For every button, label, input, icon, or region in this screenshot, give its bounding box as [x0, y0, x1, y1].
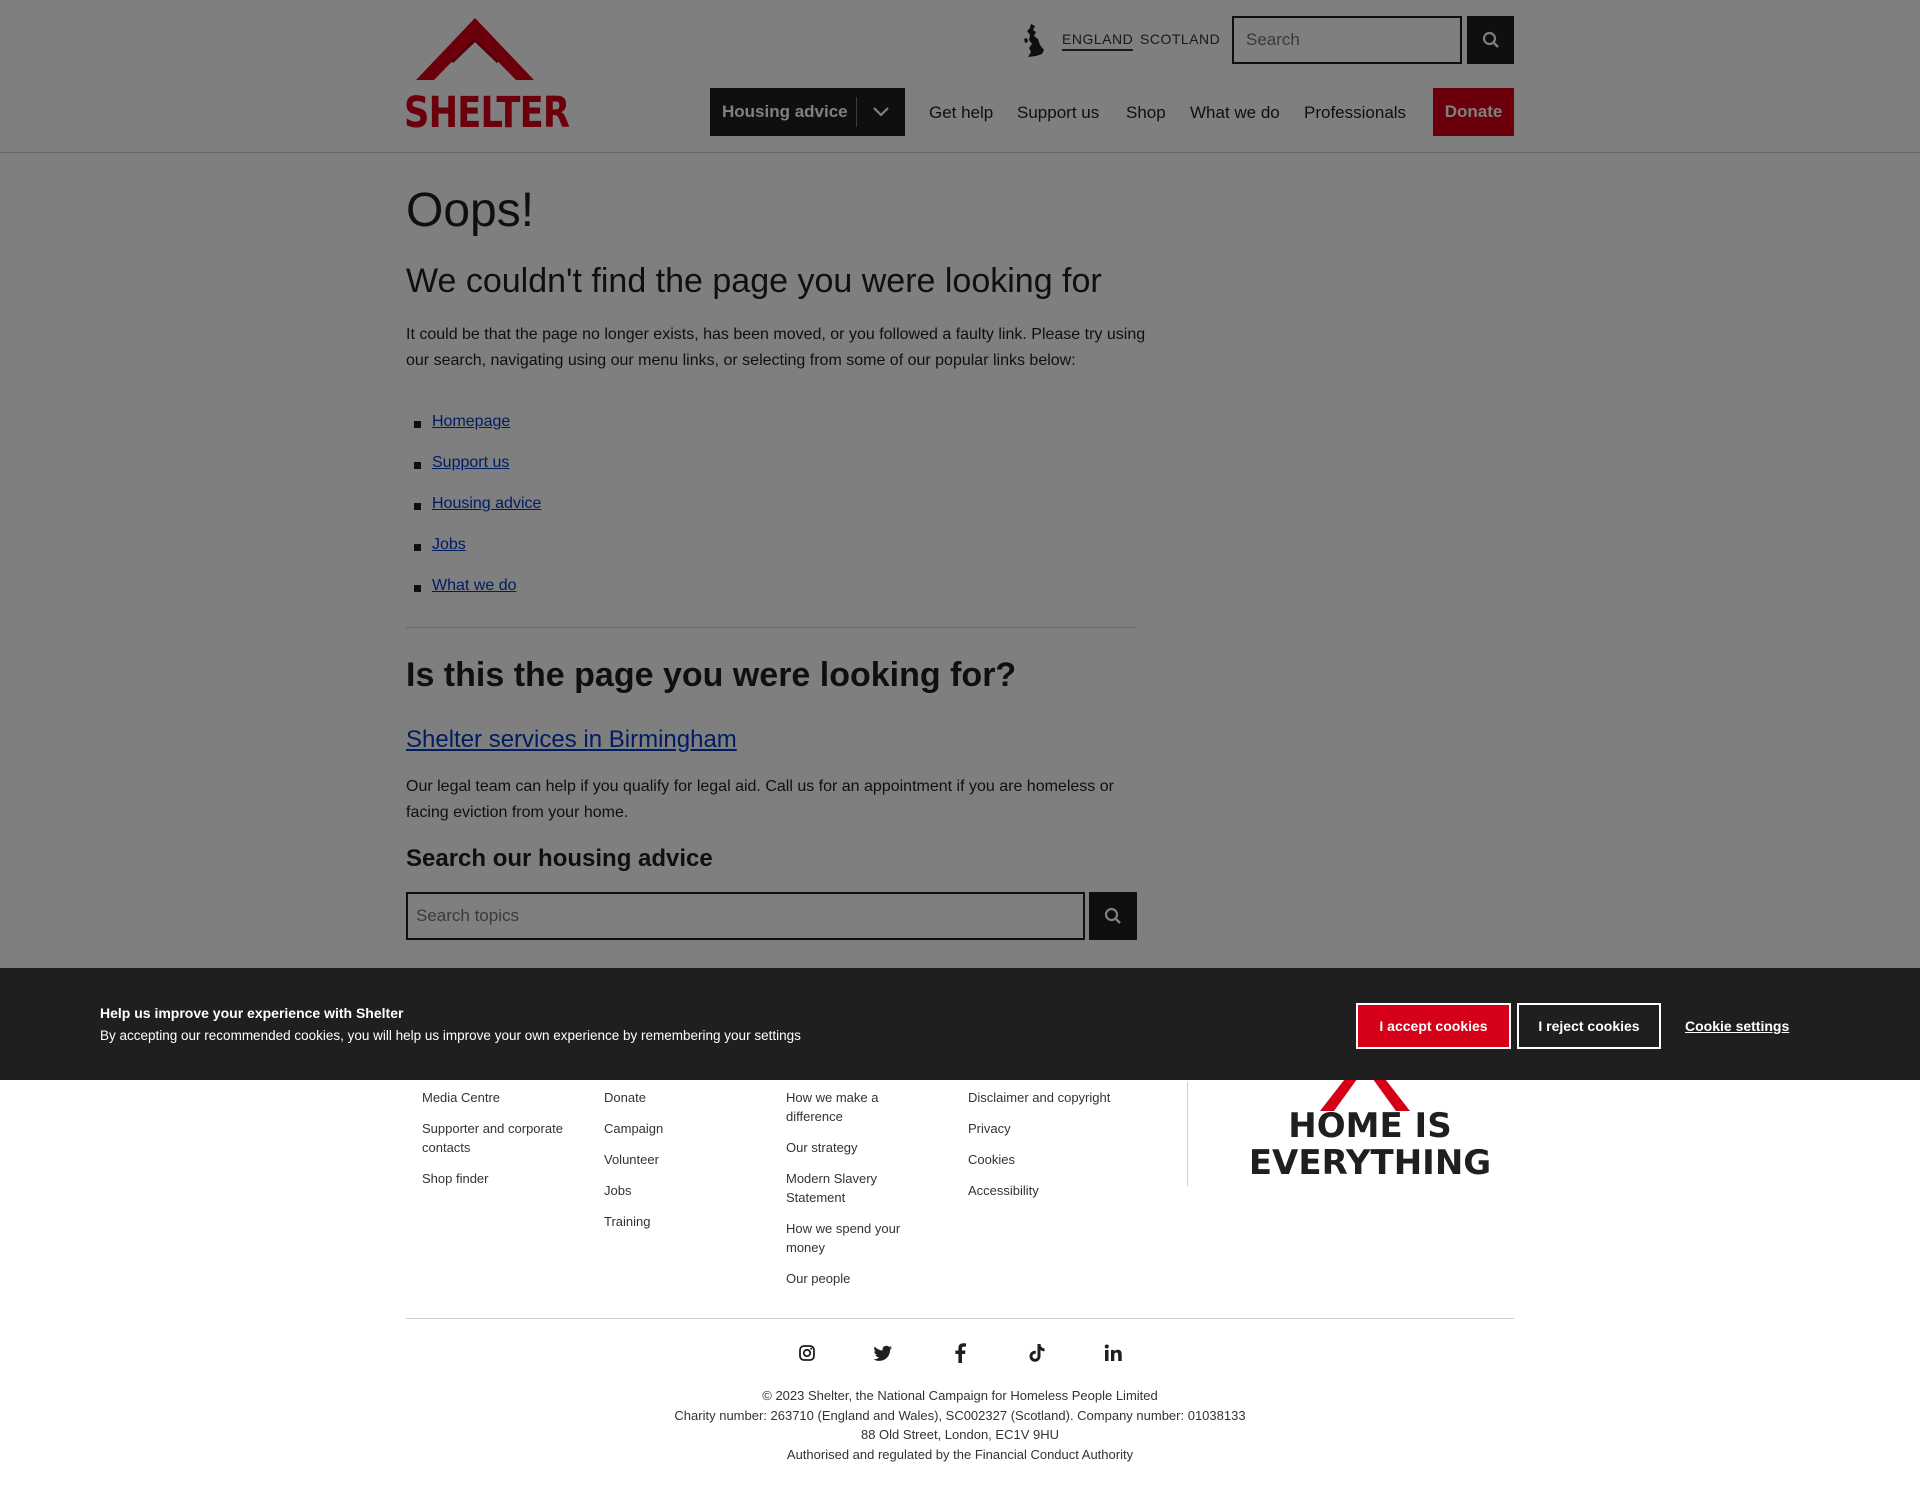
footer-link-privacy[interactable]: Privacy: [968, 1121, 1011, 1136]
footer-link-how-we-make-difference[interactable]: How we make a difference: [786, 1090, 878, 1124]
suggested-page-description: Our legal team can help if you qualify f…: [406, 778, 1114, 821]
footer-link-disclaimer[interactable]: Disclaimer and copyright: [968, 1090, 1110, 1105]
search-topics-button[interactable]: [1089, 892, 1137, 940]
page: SHELTER ENGLAND SCOTLAND Housing advice …: [0, 0, 1920, 1502]
link-homepage[interactable]: Homepage: [432, 413, 510, 430]
suggest-heading: Is this the page you were looking for?: [406, 656, 1017, 694]
list-item: Housing advice: [414, 495, 541, 536]
list-item: Support us: [414, 454, 541, 495]
regulation-text: Authorised and regulated by the Financia…: [786, 1446, 1134, 1462]
footer-link-how-we-spend[interactable]: How we spend your money: [786, 1221, 900, 1255]
link-jobs[interactable]: Jobs: [432, 536, 466, 553]
cookie-title: Help us improve your experience with She…: [100, 1005, 404, 1021]
link-housing-advice[interactable]: Housing advice: [432, 495, 541, 512]
site-search-button[interactable]: [1467, 16, 1514, 64]
donate-button[interactable]: Donate: [1433, 88, 1514, 136]
footer-legal: © 2023 Shelter, the National Campaign fo…: [406, 1386, 1514, 1464]
chevron-down-icon[interactable]: [857, 106, 905, 118]
footer-link-media-centre[interactable]: Media Centre: [422, 1090, 500, 1105]
search-topics-input[interactable]: [406, 892, 1085, 940]
accept-cookies-button[interactable]: I accept cookies: [1356, 1003, 1511, 1049]
footer-link-accessibility[interactable]: Accessibility: [968, 1183, 1039, 1198]
footer-column-3: How we make a difference Our strategy Mo…: [786, 1088, 916, 1300]
uk-map-icon: [1022, 23, 1046, 59]
footer-column-4: Disclaimer and copyright Privacy Cookies…: [968, 1088, 1138, 1212]
linkedin-icon[interactable]: [1100, 1340, 1126, 1366]
site-search-input[interactable]: [1232, 16, 1462, 64]
footer-link-our-strategy[interactable]: Our strategy: [786, 1140, 858, 1155]
tiktok-icon[interactable]: [1024, 1340, 1050, 1366]
twitter-icon[interactable]: [870, 1340, 896, 1366]
page-subtitle: We couldn't find the page you were looki…: [406, 262, 1102, 300]
address-text: 88 Old Street, London, EC1V 9HU: [860, 1427, 1059, 1442]
footer-link-jobs[interactable]: Jobs: [604, 1183, 631, 1198]
footer-column-2: Donate Campaign Volunteer Jobs Training: [604, 1088, 764, 1243]
country-england-link[interactable]: ENGLAND: [1062, 31, 1134, 51]
nav-what-we-do[interactable]: What we do: [1190, 103, 1280, 123]
house-roof-icon: [416, 18, 534, 80]
list-item: Jobs: [414, 536, 541, 577]
search-icon: [1104, 907, 1121, 924]
footer-link-training[interactable]: Training: [604, 1214, 650, 1229]
footer-link-volunteer[interactable]: Volunteer: [604, 1152, 659, 1167]
nav-housing-advice-label: Housing advice: [722, 102, 848, 121]
country-scotland-link[interactable]: SCOTLAND: [1140, 31, 1220, 47]
footer-divider: [1187, 1082, 1188, 1186]
footer-link-modern-slavery[interactable]: Modern Slavery Statement: [786, 1171, 877, 1205]
footer-link-supporter-contacts[interactable]: Supporter and corporate contacts: [422, 1121, 563, 1155]
slogan-line-2: EVERYTHING: [1248, 1143, 1492, 1183]
charity-number-text: Charity number: 263710 (England and Wale…: [674, 1407, 1246, 1423]
shelter-logo[interactable]: SHELTER: [404, 14, 570, 138]
popular-links-list: Homepage Support us Housing advice Jobs …: [414, 413, 541, 618]
search-icon: [1482, 31, 1499, 48]
nav-professionals[interactable]: Professionals: [1304, 103, 1406, 123]
nav-housing-advice-button[interactable]: Housing advice: [710, 88, 905, 136]
nav-get-help[interactable]: Get help: [929, 103, 993, 123]
slogan-line-1: HOME IS: [1288, 1106, 1452, 1146]
site-header: SHELTER ENGLAND SCOTLAND Housing advice …: [0, 0, 1920, 153]
footer-link-cookies[interactable]: Cookies: [968, 1152, 1015, 1167]
intro-text: It could be that the page no longer exis…: [406, 326, 1146, 369]
list-item: What we do: [414, 577, 541, 618]
page-title: Oops!: [406, 184, 535, 237]
footer-slogan: HOME IS EVERYTHING: [1230, 1108, 1510, 1182]
nav-shop[interactable]: Shop: [1126, 103, 1166, 123]
list-item: Homepage: [414, 413, 541, 454]
nav-support-us[interactable]: Support us: [1017, 103, 1099, 123]
footer-line: [406, 1318, 1514, 1319]
facebook-icon[interactable]: [947, 1340, 973, 1366]
cookie-banner: Help us improve your experience with She…: [0, 968, 1920, 1080]
copyright-text: © 2023 Shelter, the National Campaign fo…: [762, 1388, 1158, 1403]
logo-wordmark: SHELTER: [404, 88, 570, 138]
footer-link-campaign[interactable]: Campaign: [604, 1121, 663, 1136]
reject-cookies-button[interactable]: I reject cookies: [1517, 1003, 1661, 1049]
footer-link-shop-finder[interactable]: Shop finder: [422, 1171, 489, 1186]
search-advice-heading: Search our housing advice: [406, 845, 713, 872]
cookie-text: By accepting our recommended cookies, yo…: [100, 1028, 801, 1043]
link-support-us[interactable]: Support us: [432, 454, 509, 471]
divider: [406, 627, 1136, 628]
footer-link-our-people[interactable]: Our people: [786, 1271, 850, 1286]
cookie-settings-link[interactable]: Cookie settings: [1685, 1018, 1789, 1034]
footer-link-donate[interactable]: Donate: [604, 1090, 646, 1105]
instagram-icon[interactable]: [794, 1340, 820, 1366]
link-what-we-do[interactable]: What we do: [432, 577, 516, 594]
footer-column-1: Media Centre Supporter and corporate con…: [422, 1088, 582, 1200]
suggested-page-link[interactable]: Shelter services in Birmingham: [406, 726, 737, 754]
